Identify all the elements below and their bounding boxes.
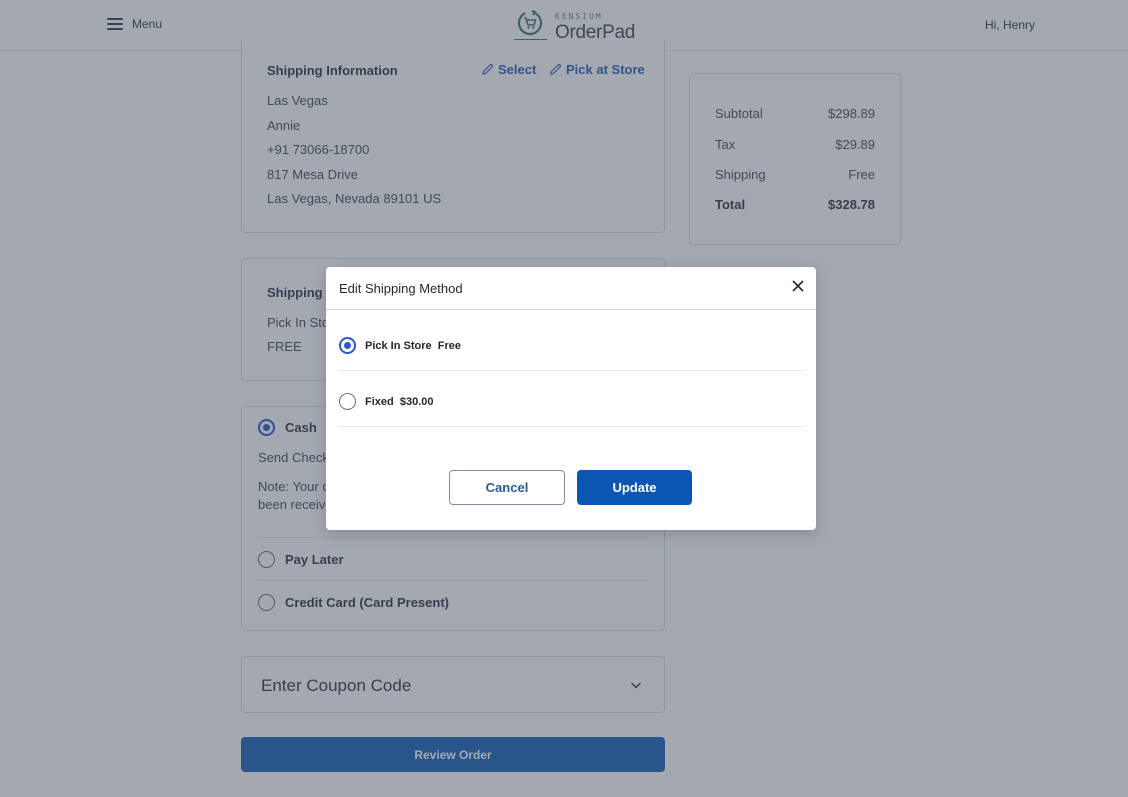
radio-selected-icon[interactable] <box>339 337 356 354</box>
shipping-option-name: Fixed <box>365 395 394 408</box>
shipping-option-name: Pick In Store <box>365 339 432 352</box>
shipping-option-fixed[interactable]: Fixed $30.00 <box>339 393 434 410</box>
cancel-button[interactable]: Cancel <box>449 470 565 505</box>
radio-unselected-icon[interactable] <box>339 393 356 410</box>
shipping-option-pick-in-store[interactable]: Pick In Store Free <box>339 337 461 354</box>
dialog-header: Edit Shipping Method <box>326 267 816 310</box>
shipping-option-price: $30.00 <box>399 395 434 408</box>
close-icon[interactable] <box>791 279 805 293</box>
update-button[interactable]: Update <box>577 470 692 505</box>
divider <box>338 370 805 371</box>
shipping-option-price: Free <box>437 339 462 352</box>
divider <box>338 426 805 427</box>
edit-shipping-method-dialog: Edit Shipping Method Pick In Store Free … <box>326 267 816 530</box>
dialog-title: Edit Shipping Method <box>339 281 463 296</box>
